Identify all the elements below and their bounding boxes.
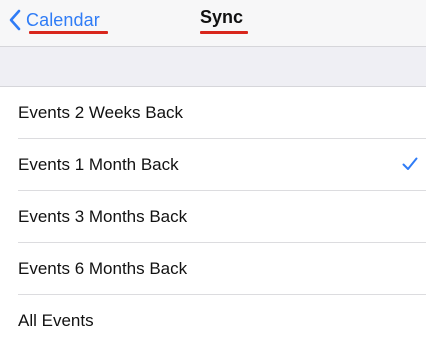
annotation-underline-title xyxy=(200,31,248,34)
option-events-3-months-back[interactable]: Events 3 Months Back xyxy=(0,191,426,243)
page-title: Sync xyxy=(200,7,244,27)
back-button-label: Calendar xyxy=(26,9,100,30)
checkmark-icon xyxy=(402,157,418,170)
option-label: Events 1 Month Back xyxy=(18,155,179,174)
chevron-left-icon xyxy=(9,9,21,31)
option-label: Events 2 Weeks Back xyxy=(18,103,184,122)
option-events-1-month-back[interactable]: Events 1 Month Back xyxy=(0,139,426,191)
navigation-bar: Calendar Sync xyxy=(0,0,426,47)
option-events-2-weeks-back[interactable]: Events 2 Weeks Back xyxy=(0,87,426,139)
sync-settings-screen: Calendar Sync Events 2 Weeks Back Events… xyxy=(0,0,426,344)
sync-options-list: Events 2 Weeks Back Events 1 Month Back … xyxy=(0,86,426,344)
back-button[interactable]: Calendar xyxy=(8,6,100,34)
option-label: Events 3 Months Back xyxy=(18,207,188,226)
annotation-underline-back xyxy=(29,31,108,34)
option-label: Events 6 Months Back xyxy=(18,259,188,278)
option-all-events[interactable]: All Events xyxy=(0,295,426,344)
section-header-gap xyxy=(0,47,426,86)
option-label: All Events xyxy=(18,311,94,330)
option-events-6-months-back[interactable]: Events 6 Months Back xyxy=(0,243,426,295)
